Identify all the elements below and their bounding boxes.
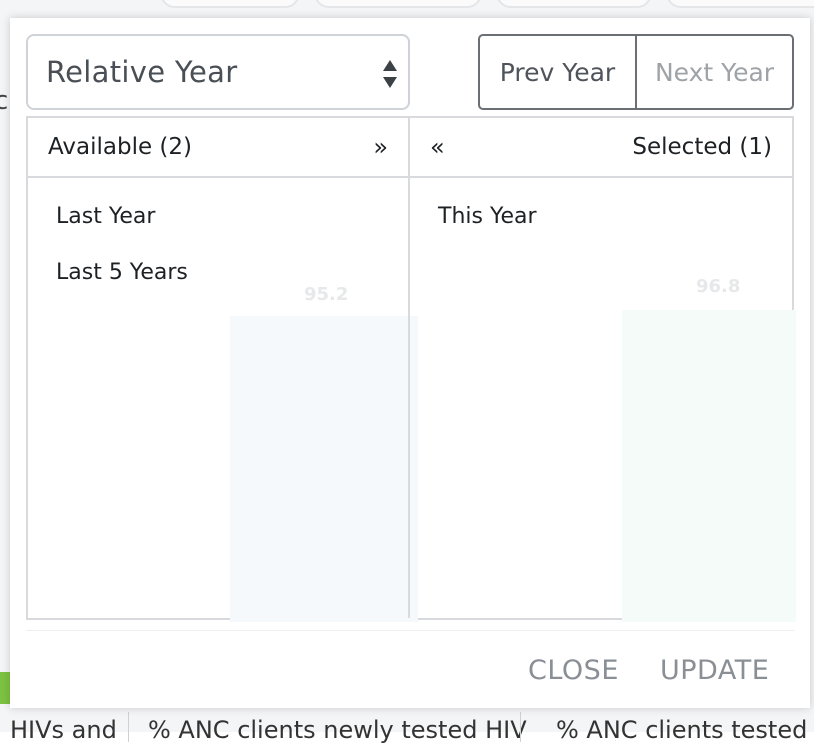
next-year-button[interactable]: Next Year (637, 36, 792, 108)
background-column-label: HIVs and (10, 716, 117, 744)
prev-year-button[interactable]: Prev Year (480, 36, 637, 108)
background-column-label: % ANC clients newly tested HIV (148, 716, 527, 744)
select-all-button[interactable]: » (373, 133, 388, 161)
year-navigation: Prev Year Next Year (478, 34, 794, 110)
period-type-select[interactable]: Relative Year (26, 34, 410, 110)
available-periods-panel: Available (2) » Last Year Last 5 Years (28, 118, 410, 618)
update-button[interactable]: UPDATE (660, 655, 769, 686)
background-text-fragment: c (0, 86, 9, 116)
period-type-value: Relative Year (46, 55, 238, 89)
background-divider (520, 712, 521, 742)
available-periods-title: Available (2) (48, 134, 192, 160)
deselect-all-button[interactable]: « (430, 133, 445, 161)
available-periods-list: Last Year Last 5 Years (28, 178, 408, 314)
select-arrows-icon (383, 60, 397, 88)
selected-periods-title: Selected (1) (632, 134, 772, 160)
popup-footer: CLOSE UPDATE (26, 630, 794, 708)
selected-periods-list: This Year (410, 178, 792, 258)
close-button[interactable]: CLOSE (528, 655, 619, 686)
background-divider (128, 712, 129, 742)
list-item-this-year[interactable]: This Year (410, 202, 792, 258)
selected-periods-panel: « Selected (1) This Year (410, 118, 792, 618)
available-periods-header: Available (2) » (28, 118, 408, 178)
background-tab (496, 0, 652, 8)
selected-periods-header: « Selected (1) (410, 118, 792, 178)
list-item-last-year[interactable]: Last Year (28, 202, 408, 258)
list-item-last-5-years[interactable]: Last 5 Years (28, 258, 408, 314)
background-tab (160, 0, 300, 8)
period-selector-popup: Relative Year Prev Year Next Year 95.2 9… (10, 18, 810, 708)
background-tab (666, 0, 814, 8)
background-column-label: % ANC clients tested f (556, 716, 814, 744)
period-lists: 95.2 96.8 Available (2) » Last Year Last… (26, 116, 796, 622)
background-tab (314, 0, 482, 8)
